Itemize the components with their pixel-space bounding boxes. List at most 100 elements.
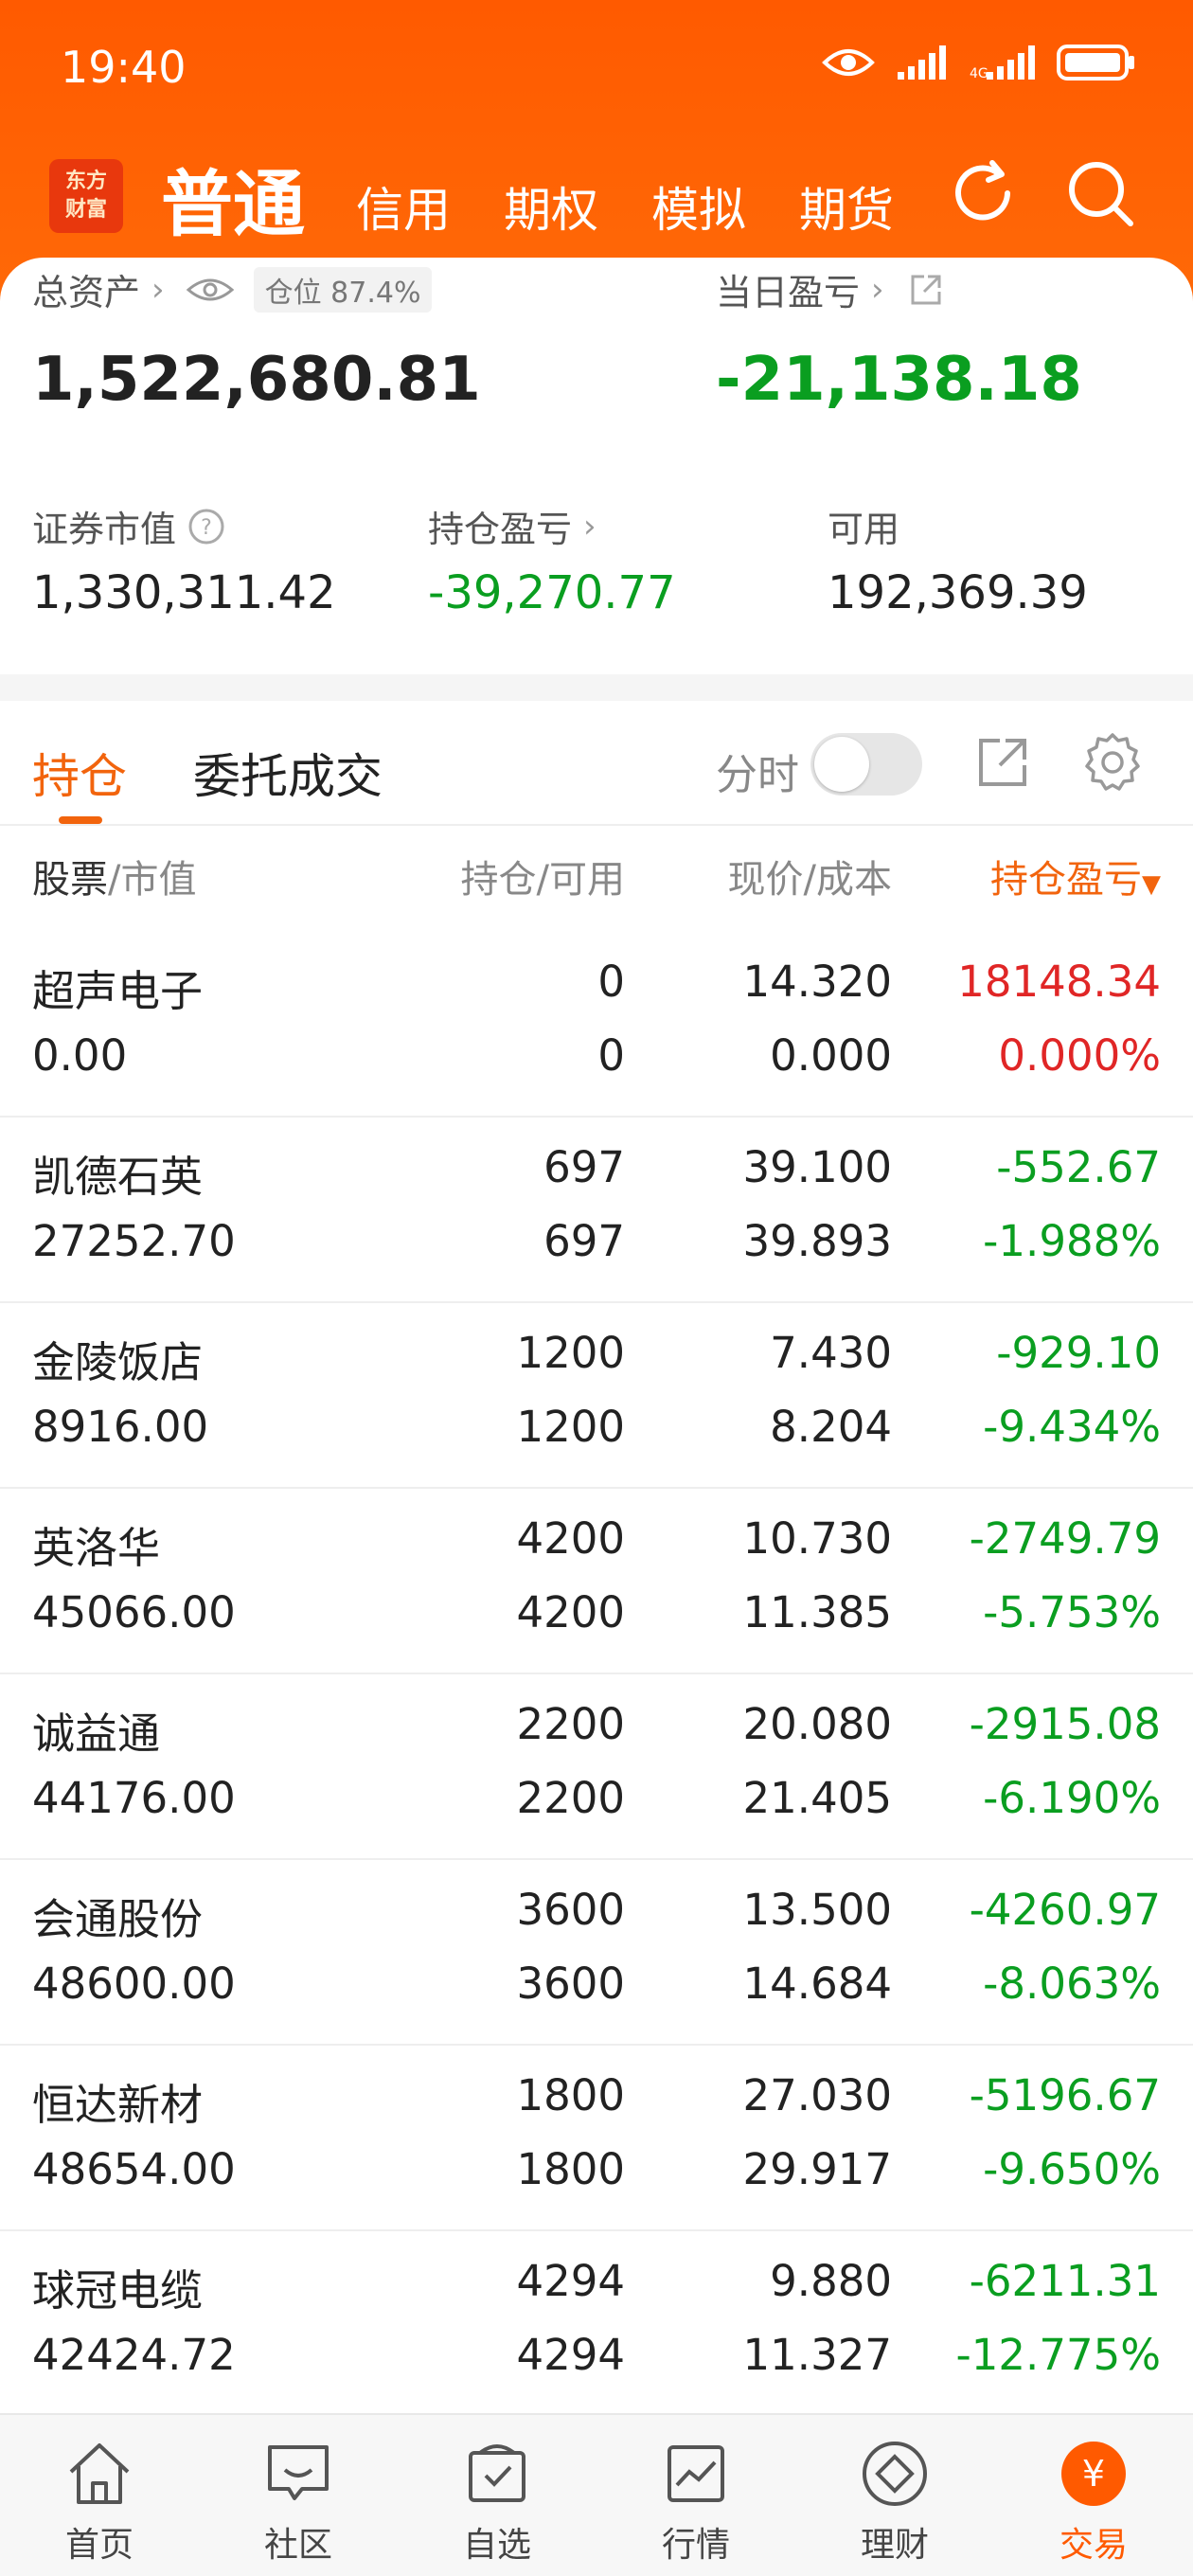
- holding-row[interactable]: 超声电子 0.00 0 0 14.320 0.000 18148.34 0.000%: [0, 932, 1193, 1118]
- bottom-nav-wealth[interactable]: 理财: [795, 2415, 994, 2576]
- available-quantity: 1800: [516, 2144, 625, 2194]
- nav-tab-options[interactable]: 期权: [504, 172, 598, 241]
- section-divider: [0, 674, 1193, 701]
- current-price: 39.100: [742, 1142, 892, 1192]
- daily-pl-value: -21,138.18: [716, 345, 1082, 415]
- sort-desc-icon: ▼: [1142, 870, 1161, 899]
- watchlist-icon: [469, 2444, 525, 2502]
- share-icon[interactable]: [907, 271, 945, 309]
- tab-orders[interactable]: 委托成交: [193, 739, 383, 807]
- header-stock[interactable]: 股票/市值: [32, 849, 196, 903]
- stock-name: 诚益通: [32, 1708, 161, 1759]
- help-icon[interactable]: ?: [187, 508, 225, 546]
- holding-pl: -2749.79: [969, 1513, 1161, 1564]
- hold-quantity: 1800: [516, 2070, 625, 2120]
- market-icon: [668, 2445, 724, 2502]
- available-quantity: 4200: [516, 1587, 625, 1637]
- market-value-label[interactable]: 证券市值 ?: [32, 500, 225, 552]
- tab-holdings[interactable]: 持仓: [32, 739, 127, 807]
- holdings-table-header: 股票/市值 持仓/可用 现价/成本 持仓盈亏▼: [0, 828, 1193, 932]
- holding-pl-percent: -8.063%: [983, 1959, 1161, 2009]
- cost-price: 39.893: [742, 1216, 892, 1266]
- header-pl-sort[interactable]: 持仓盈亏▼: [990, 849, 1161, 903]
- holding-pl-percent: -5.753%: [983, 1587, 1161, 1637]
- stock-market-value: 42424.72: [32, 2330, 236, 2380]
- stock-name: 恒达新材: [32, 2080, 204, 2130]
- bottom-nav-market[interactable]: 行情: [596, 2415, 795, 2576]
- chevron-right-icon: ›: [583, 507, 596, 546]
- holdings-list: 超声电子 0.00 0 0 14.320 0.000 18148.34 0.000% 凯德石英 2…: [0, 932, 1193, 2417]
- holding-row[interactable]: 恒达新材 48654.00 1800 1800 27.030 29.917 -5196.67…: [0, 2046, 1193, 2231]
- eye-icon[interactable]: [186, 275, 235, 305]
- position-ratio-badge: 仓位 87.4%: [253, 266, 433, 313]
- holding-pl-label[interactable]: 持仓盈亏 ›: [428, 500, 596, 552]
- holding-row[interactable]: 球冠电缆 42424.72 4294 4294 9.880 11.327 -6211.31 -…: [0, 2231, 1193, 2417]
- total-assets-label[interactable]: 总资产 › 仓位 87.4%: [32, 263, 433, 315]
- available-quantity: 0: [597, 1030, 625, 1081]
- svg-text:¥: ¥: [1082, 2453, 1105, 2495]
- stock-name: 凯德石英: [32, 1152, 204, 1202]
- holding-pl: -552.67: [996, 1142, 1161, 1192]
- holding-row[interactable]: 金陵饭店 8916.00 1200 1200 7.430 8.204 -929.10 -9.4…: [0, 1303, 1193, 1489]
- stock-name: 金陵饭店: [32, 1337, 204, 1387]
- asset-summary-card: 总资产 › 仓位 87.4% 1,522,680.81 当日盈亏 › -21,138…: [0, 258, 1193, 674]
- chevron-right-icon: ›: [151, 270, 165, 309]
- stock-market-value: 27252.70: [32, 1216, 236, 1266]
- fenshi-toggle[interactable]: [810, 733, 922, 796]
- header-price[interactable]: 现价/成本: [728, 849, 892, 903]
- hold-quantity: 0: [597, 957, 625, 1007]
- cost-price: 8.204: [770, 1402, 892, 1452]
- eye-icon: [822, 49, 875, 76]
- header-hold[interactable]: 持仓/可用: [461, 849, 625, 903]
- stock-name: 球冠电缆: [32, 2265, 204, 2316]
- nav-tab-futures[interactable]: 期货: [799, 172, 894, 241]
- cost-price: 11.385: [742, 1587, 892, 1637]
- current-price: 9.880: [770, 2256, 892, 2306]
- refresh-icon[interactable]: [945, 155, 1021, 231]
- bottom-nav-community[interactable]: 社区: [199, 2415, 398, 2576]
- cost-price: 21.405: [742, 1773, 892, 1823]
- bottom-nav-home[interactable]: 首页: [0, 2415, 199, 2576]
- battery-icon: [1057, 45, 1134, 80]
- account-nav: 东方 财富 普通 信用 期权 模拟 期货: [0, 142, 1193, 256]
- holding-row[interactable]: 诚益通 44176.00 2200 2200 20.080 21.405 -2915.08 -…: [0, 1674, 1193, 1860]
- holding-row[interactable]: 会通股份 48600.00 3600 3600 13.500 14.684 -4260.97…: [0, 1860, 1193, 2046]
- nav-tab-credit[interactable]: 信用: [356, 172, 451, 241]
- stock-market-value: 0.00: [32, 1030, 128, 1081]
- cost-price: 14.684: [742, 1959, 892, 2009]
- available-quantity: 2200: [516, 1773, 625, 1823]
- home-icon: [69, 2443, 130, 2504]
- holding-pl: -929.10: [996, 1328, 1161, 1378]
- daily-pl-label[interactable]: 当日盈亏 ›: [716, 263, 945, 315]
- bottom-nav-trade[interactable]: ¥ 交易: [994, 2415, 1193, 2576]
- holding-pl-percent: -9.434%: [983, 1402, 1161, 1452]
- stock-market-value: 48654.00: [32, 2144, 236, 2194]
- app-logo[interactable]: 东方 财富: [49, 159, 123, 233]
- svg-text:4G: 4G: [970, 66, 988, 81]
- trade-icon: ¥: [1061, 2442, 1126, 2506]
- hold-quantity: 4294: [516, 2256, 625, 2306]
- bottom-nav-watchlist[interactable]: 自选: [398, 2415, 596, 2576]
- stock-market-value: 45066.00: [32, 1587, 236, 1637]
- holding-row[interactable]: 英洛华 45066.00 4200 4200 10.730 11.385 -2749.79 -…: [0, 1489, 1193, 1674]
- holding-pl: -5196.67: [969, 2070, 1161, 2120]
- svg-text:?: ?: [201, 516, 212, 540]
- status-icons: 4G: [822, 44, 1136, 81]
- hold-quantity: 3600: [516, 1885, 625, 1935]
- holding-pl: -2915.08: [969, 1699, 1161, 1749]
- fenshi-label: 分时: [716, 751, 799, 799]
- settings-gear-icon[interactable]: [1081, 731, 1144, 794]
- holdings-tabs: 持仓 委托成交 分时: [0, 701, 1193, 826]
- nav-tab-simulated[interactable]: 模拟: [651, 172, 746, 241]
- available-quantity: 697: [543, 1216, 625, 1266]
- stock-name: 超声电子: [32, 966, 204, 1016]
- current-price: 27.030: [742, 2070, 892, 2120]
- hold-quantity: 697: [543, 1142, 625, 1192]
- nav-tab-normal[interactable]: 普通: [161, 146, 305, 250]
- share-icon[interactable]: [973, 733, 1032, 792]
- search-icon[interactable]: [1062, 155, 1138, 231]
- holding-row[interactable]: 凯德石英 27252.70 697 697 39.100 39.893 -552.67 -1.…: [0, 1118, 1193, 1303]
- stock-market-value: 8916.00: [32, 1402, 209, 1452]
- holding-pl-percent: -1.988%: [983, 1216, 1161, 1266]
- status-time: 19:40: [61, 42, 187, 93]
